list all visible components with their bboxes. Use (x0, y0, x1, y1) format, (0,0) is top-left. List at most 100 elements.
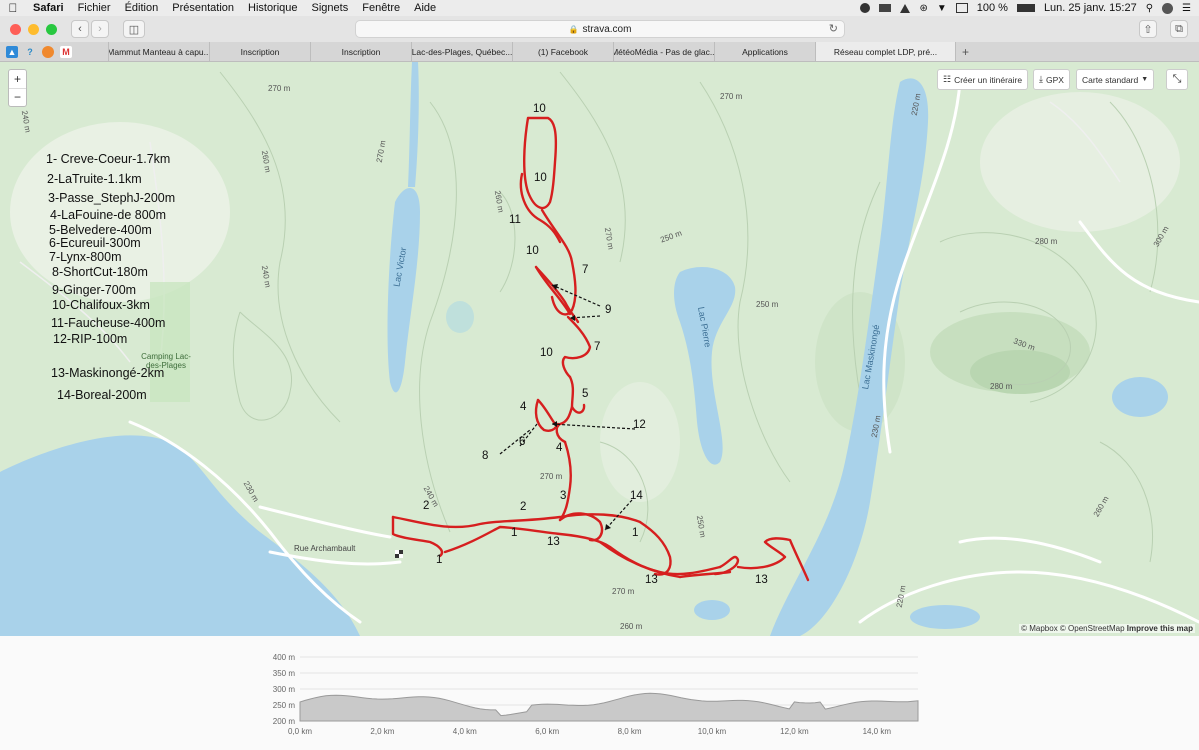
zoom-in-button[interactable]: + (9, 70, 26, 89)
strava-favicon-icon[interactable]: ▲ (6, 45, 18, 58)
contour-label: 270 m (540, 472, 563, 481)
trail-number: 1 (632, 527, 639, 539)
new-tab-button[interactable]: + (955, 42, 975, 61)
apple-icon[interactable]:  (0, 1, 26, 15)
trail-number: 7 (582, 264, 589, 276)
legend-item: 5-Belvedere-400m (49, 223, 152, 237)
help-favicon-icon[interactable]: ? (24, 45, 36, 58)
map-style-select[interactable]: Carte standard ▼ (1076, 69, 1155, 90)
menu-signets[interactable]: Signets (305, 2, 356, 14)
control-center-icon[interactable]: ☰ (1182, 3, 1191, 14)
airplay-icon[interactable] (955, 3, 968, 13)
warning-icon[interactable] (900, 3, 911, 13)
tab-mammut[interactable]: Mammut Manteau à capu... (108, 42, 209, 61)
zoom-out-button[interactable]: − (9, 89, 26, 107)
contour-label: 250 m (756, 300, 779, 309)
fullscreen-button[interactable]: ⤡ (1166, 69, 1188, 90)
trail-number: 11 (509, 214, 521, 226)
user-avatar-icon[interactable] (1162, 2, 1174, 14)
create-route-button[interactable]: ☷ Créer un itinéraire (937, 69, 1029, 90)
trail-number: 1 (436, 554, 443, 566)
tab-meteomedia[interactable]: MétéoMédia - Pas de glac... (613, 42, 714, 61)
gpx-button[interactable]: ⤓ GPX (1033, 69, 1070, 90)
menu-aide[interactable]: Aide (407, 2, 443, 14)
menu-presentation[interactable]: Présentation (165, 2, 241, 14)
elevation-y-tick: 300 m (273, 685, 296, 694)
improve-map-link[interactable]: Improve this map (1127, 624, 1193, 633)
tab-reseau-complet[interactable]: Réseau complet LDP, pré... (815, 42, 955, 61)
mapbox-link[interactable]: © Mapbox (1021, 624, 1058, 633)
spotlight-icon[interactable]: ⚲ (1146, 3, 1153, 14)
elevation-chart: 400 m 350 m 300 m 250 m 200 m 0,0 km 2,0 km 4,… (273, 653, 919, 736)
tab-facebook[interactable]: (1) Facebook (512, 42, 613, 61)
elevation-x-tick: 0,0 km (288, 727, 312, 736)
tab-inscription-2[interactable]: Inscription (310, 42, 411, 61)
globe-icon[interactable] (860, 3, 871, 13)
elevation-profile[interactable]: 400 m 350 m 300 m 250 m 200 m 0,0 km 2,0 km 4,… (0, 636, 1199, 750)
legend-item: 14-Boreal-200m (57, 388, 147, 402)
datetime[interactable]: Lun. 25 janv. 15:27 (1044, 2, 1137, 14)
rue-archambault-label: Rue Archambault (294, 544, 356, 553)
trail-number: 13 (755, 574, 768, 586)
bluetooth-icon[interactable]: ⊛ (919, 3, 927, 14)
menu-historique[interactable]: Historique (241, 2, 305, 14)
minimize-window-button[interactable] (28, 23, 39, 35)
contour-label: 270 m (268, 84, 291, 93)
elevation-y-tick: 350 m (273, 669, 296, 678)
trail-number: 14 (630, 490, 643, 502)
trail-number: 12 (633, 419, 646, 431)
menu-edition[interactable]: Édition (118, 2, 166, 14)
drive-icon[interactable] (879, 4, 892, 12)
legend-item: 13-Maskinongé-2km (51, 366, 165, 380)
forward-button[interactable]: › (91, 20, 109, 38)
pinned-favicons: ▲ ? M (0, 42, 108, 61)
contour-label: 270 m (720, 92, 743, 101)
osm-link[interactable]: © OpenStreetMap (1060, 624, 1125, 633)
trail-number: 10 (534, 172, 547, 184)
reload-icon[interactable]: ↻ (829, 22, 838, 35)
tab-lac-des-plages[interactable]: Lac-des-Plages, Québec... (411, 42, 512, 61)
elevation-y-tick: 200 m (273, 717, 296, 726)
legend-item: 2-LaTruite-1.1km (47, 172, 142, 186)
legend-item: 3-Passe_StephJ-200m (48, 191, 176, 205)
elevation-y-tick: 250 m (273, 701, 296, 710)
legend-item: 8-ShortCut-180m (52, 265, 148, 279)
menu-fichier[interactable]: Fichier (71, 2, 118, 14)
browser-toolbar: ‹ › ◫ 🔒 strava.com ↻ ⇧ ⧉ (0, 16, 1199, 42)
lock-icon: 🔒 (568, 24, 579, 34)
trail-number: 5 (582, 388, 589, 400)
gmail-favicon-icon[interactable]: M (60, 45, 72, 58)
battery-icon[interactable] (1016, 4, 1035, 12)
elevation-x-tick: 4,0 km (453, 727, 477, 736)
map-attribution: © Mapbox © OpenStreetMap Improve this ma… (1019, 624, 1195, 633)
legend-item: 12-RIP-100m (53, 332, 128, 346)
start-flag-icon (395, 550, 403, 558)
zoom-window-button[interactable] (46, 23, 57, 35)
tab-bar: ▲ ? M Mammut Manteau à capu... Inscripti… (0, 42, 1199, 62)
legend-item: 1- Creve-Coeur-1.7km (46, 152, 171, 166)
wifi-icon[interactable]: ▼ (937, 3, 947, 14)
tab-applications[interactable]: Applications (714, 42, 815, 61)
address-bar[interactable]: 🔒 strava.com ↻ (355, 20, 845, 38)
strava-map[interactable]: Lac Victor Lac Pierre Lac Maskinongé Cam… (0, 62, 1199, 636)
status-area: ⊛ ▼ 100 % Lun. 25 janv. 15:27 ⚲ ☰ (860, 2, 1199, 14)
trail-number: 13 (547, 536, 560, 548)
close-window-button[interactable] (10, 23, 21, 35)
trail-number: 10 (533, 103, 546, 115)
orange-favicon-icon[interactable] (42, 45, 54, 58)
menu-fenetre[interactable]: Fenêtre (355, 2, 407, 14)
contour-label: 260 m (620, 622, 643, 631)
tab-inscription-1[interactable]: Inscription (209, 42, 310, 61)
trail-number: 2 (520, 501, 527, 513)
back-button[interactable]: ‹ (71, 20, 89, 38)
legend-item: 10-Chalifoux-3km (52, 298, 150, 312)
menu-app[interactable]: Safari (26, 2, 71, 14)
tabs-overview-icon[interactable]: ⧉ (1170, 20, 1188, 38)
elevation-x-tick: 6,0 km (535, 727, 559, 736)
sidebar-toggle-icon[interactable]: ◫ (123, 20, 145, 38)
elevation-x-tick: 14,0 km (863, 727, 892, 736)
share-icon[interactable]: ⇧ (1139, 20, 1157, 38)
elevation-x-tick: 10,0 km (698, 727, 727, 736)
address-url: strava.com (582, 23, 632, 35)
legend-item: 6-Ecureuil-300m (49, 236, 141, 250)
